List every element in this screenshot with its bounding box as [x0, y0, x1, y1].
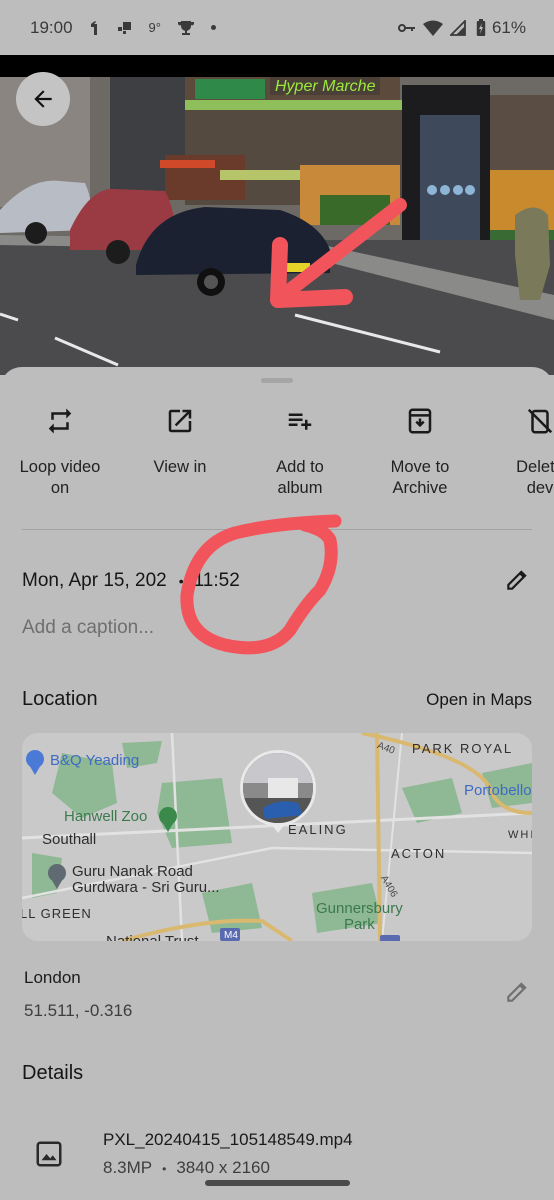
map-label-national-trust: National Trust: [106, 933, 199, 941]
location-map[interactable]: B&Q Yeading Hanwell Zoo Southall Guru Na…: [22, 733, 532, 941]
map-label-gurdwara: Guru Nanak Road Gurdwara - Sri Guru...: [72, 863, 220, 896]
divider: [22, 529, 532, 530]
delete-from-device-icon: [525, 403, 554, 439]
details-heading: Details: [22, 1062, 84, 1084]
edit-location-button[interactable]: [504, 979, 530, 1010]
separator-dot: •: [162, 1162, 167, 1176]
map-label-gunnersbury: Gunnersbury Park: [316, 900, 403, 933]
edit-date-button[interactable]: [504, 567, 530, 598]
map-label-green: LL GREEN: [22, 906, 92, 921]
battery-charging-icon: [476, 18, 486, 37]
fitness-icon: [89, 20, 101, 36]
loop-video-button[interactable]: Loop video on: [0, 403, 120, 499]
archive-icon: [405, 403, 435, 439]
open-in-maps-link[interactable]: Open in Maps: [426, 690, 532, 710]
place-coordinates: 51.511, -0.316: [24, 1001, 133, 1020]
file-resolution: 3840 x 2160: [176, 1158, 270, 1177]
map-label-zoo: Hanwell Zoo: [64, 808, 148, 825]
location-heading: Location: [22, 688, 98, 710]
map-label-acton: ACTON: [391, 846, 447, 861]
map-label-southall: Southall: [42, 831, 97, 848]
file-megapixels: 8.3MP: [103, 1158, 153, 1177]
loop-icon: [45, 403, 75, 439]
wifi-icon: [422, 20, 444, 36]
file-name: PXL_20240415_105148549.mp4: [103, 1130, 353, 1149]
svg-text:Hyper Marche: Hyper Marche: [275, 78, 376, 95]
more-dot-icon: [210, 25, 216, 30]
vpn-key-icon: [397, 23, 416, 33]
date-time[interactable]: Mon, Apr 15, 202 • 11:52: [22, 570, 240, 592]
view-in-button[interactable]: View in: [120, 403, 240, 499]
map-label-whit: WHIT: [508, 829, 532, 841]
file-meta: 8.3MP • 3840 x 2160: [103, 1158, 270, 1178]
separator-dot: •: [178, 573, 184, 589]
back-button[interactable]: [16, 72, 70, 126]
capture-date: Mon, Apr 15, 202: [22, 570, 167, 591]
app-notification-icon: [117, 21, 133, 35]
arrow-left-icon: [34, 90, 52, 108]
place-name: London: [24, 968, 81, 987]
photo-location-pin[interactable]: [240, 750, 316, 826]
capture-time: 11:52: [193, 570, 240, 591]
map-label-m4: M4: [224, 930, 238, 941]
cellular-signal-icon: [449, 19, 466, 36]
drag-handle[interactable]: [261, 378, 293, 383]
map-label-ealing: EALING: [288, 822, 348, 837]
playlist-add-icon: [285, 403, 315, 439]
pin-pointer: [271, 824, 285, 833]
battery-percentage: 61%: [491, 17, 526, 37]
caption-input[interactable]: Add a caption...: [22, 617, 154, 639]
delete-from-device-button[interactable]: Delete dev: [480, 403, 554, 499]
map-label-bq: B&Q Yeading: [50, 752, 140, 769]
status-bar: 19:00 9° 61%: [0, 0, 554, 55]
video-preview[interactable]: Hyper Marche: [0, 55, 554, 375]
weather-temperature: 9°: [148, 20, 161, 35]
move-to-archive-button[interactable]: Move to Archive: [360, 403, 480, 499]
trophy-icon: [177, 20, 195, 36]
image-icon: [34, 1139, 64, 1174]
pencil-icon: [507, 570, 527, 590]
map-label-park-royal: PARK ROYAL: [412, 741, 514, 756]
add-to-album-button[interactable]: Add to album: [240, 403, 360, 499]
pencil-icon: [507, 982, 527, 1002]
action-row: Loop video on View in Add to album Move …: [0, 403, 554, 499]
status-time: 19:00: [30, 17, 73, 37]
info-bottom-sheet: Loop video on View in Add to album Move …: [0, 367, 554, 1200]
open-external-icon: [165, 403, 195, 439]
map-label-portobello: Portobello: [464, 782, 532, 799]
gesture-nav-handle[interactable]: [205, 1180, 350, 1186]
